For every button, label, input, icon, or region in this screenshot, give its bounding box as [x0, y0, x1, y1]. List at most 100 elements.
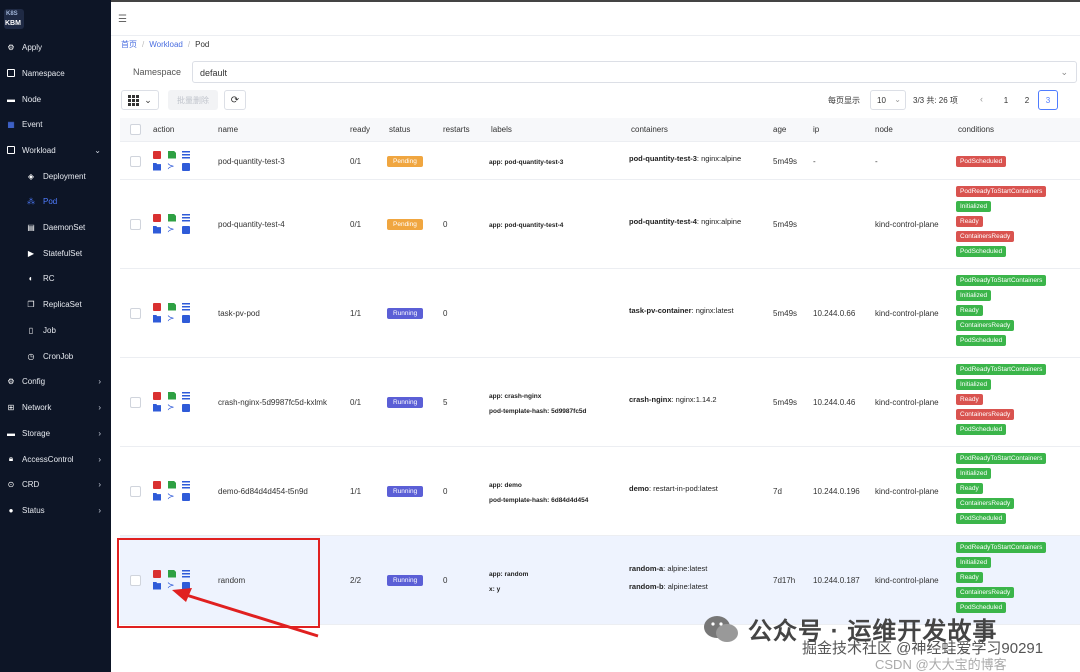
sidebar-item-workload[interactable]: Workload ⌄: [0, 139, 111, 161]
column-header-status[interactable]: status: [389, 125, 410, 134]
page-button-1[interactable]: 1: [996, 90, 1016, 110]
table-toolbar: ⌄ 批量删除 ⟳ 每页显示 10 ⌄ 3/3 共: 26 项 ‹ 1 2 3: [111, 88, 1080, 112]
yaml-file-icon[interactable]: [168, 150, 176, 159]
yaml-file-icon[interactable]: [168, 391, 176, 400]
column-header-containers[interactable]: containers: [631, 125, 668, 134]
pod-name[interactable]: crash-nginx-5d9987fc5d-kxlmk: [218, 398, 327, 407]
pod-name[interactable]: task-pv-pod: [218, 309, 260, 318]
row-checkbox[interactable]: [130, 155, 141, 167]
pod-name[interactable]: demo-6d84d4d454-t5n9d: [218, 487, 308, 496]
delete-icon[interactable]: [153, 391, 161, 400]
delete-icon[interactable]: [153, 302, 161, 311]
sidebar-item-config[interactable]: ⚙ Config ›: [0, 370, 111, 392]
row-checkbox[interactable]: [130, 218, 141, 230]
terminal-icon[interactable]: ≻: [167, 491, 178, 501]
events-calendar-icon[interactable]: [182, 492, 190, 501]
copy-icon: ❐: [27, 299, 35, 309]
select-all-checkbox[interactable]: [130, 124, 141, 135]
page-size-select[interactable]: 10 ⌄: [870, 90, 906, 110]
page-button-3[interactable]: 3: [1038, 90, 1058, 110]
sidebar-item-cronjob[interactable]: ◷ CronJob: [0, 345, 111, 367]
yaml-file-icon[interactable]: [168, 213, 176, 222]
sidebar-item-crd[interactable]: ⊙ CRD ›: [0, 473, 111, 495]
pod-label: app: random: [489, 570, 529, 578]
row-checkbox[interactable]: [130, 307, 141, 319]
pod-ready: 0/1: [350, 156, 362, 166]
column-header-name[interactable]: name: [218, 125, 238, 134]
table-row[interactable]: ≻ crash-nginx-5d9987fc5d-kxlmk 0/1 Running 5…: [120, 358, 1080, 447]
yaml-file-icon[interactable]: [168, 302, 176, 311]
delete-icon[interactable]: [153, 480, 161, 489]
pod-name[interactable]: pod-quantity-test-3: [218, 157, 285, 166]
terminal-icon[interactable]: ≻: [167, 313, 178, 323]
logs-list-icon[interactable]: [182, 391, 190, 400]
yaml-file-icon[interactable]: [168, 480, 176, 489]
sidebar-item-event[interactable]: ▦ Event: [0, 113, 111, 135]
logs-list-icon[interactable]: [182, 150, 190, 159]
row-checkbox[interactable]: [130, 396, 141, 408]
breadcrumb-home[interactable]: 首页: [121, 40, 137, 49]
sidebar-item-daemonset[interactable]: ▤ DaemonSet: [0, 216, 111, 238]
sidebar-item-job[interactable]: ▯ Job: [0, 319, 111, 341]
events-calendar-icon[interactable]: [182, 403, 190, 412]
app-logo[interactable]: K8S KBM: [4, 9, 24, 29]
column-header-labels[interactable]: labels: [491, 125, 512, 134]
files-folder-icon[interactable]: [153, 314, 161, 323]
table-row[interactable]: ≻ demo-6d84d4d454-t5n9d 1/1 Running 0 app: de…: [120, 447, 1080, 536]
column-header-restarts[interactable]: restarts: [443, 125, 470, 134]
pod-name[interactable]: pod-quantity-test-4: [218, 220, 285, 229]
pod-node: kind-control-plane: [875, 486, 939, 496]
table-row[interactable]: ≻ pod-quantity-test-4 0/1 Pending 0 app: pod-…: [120, 180, 1080, 269]
table-row[interactable]: ≻ task-pv-pod 1/1 Running 0 task-pv-container…: [120, 269, 1080, 358]
column-header-ip[interactable]: ip: [813, 125, 819, 134]
logs-list-icon[interactable]: [182, 302, 190, 311]
column-header-action[interactable]: action: [153, 125, 174, 134]
delete-icon[interactable]: [153, 213, 161, 222]
sidebar-item-statefulset[interactable]: ▶ StatefulSet: [0, 242, 111, 264]
column-settings-button[interactable]: ⌄: [121, 90, 159, 110]
delete-icon[interactable]: [153, 150, 161, 159]
events-calendar-icon[interactable]: [182, 162, 190, 171]
terminal-icon[interactable]: ≻: [167, 224, 178, 234]
terminal-icon[interactable]: ≻: [167, 161, 178, 171]
files-folder-icon[interactable]: [153, 162, 161, 171]
breadcrumb-workload[interactable]: Workload: [149, 40, 183, 49]
files-folder-icon[interactable]: [153, 403, 161, 412]
sidebar-item-label: AccessControl: [22, 454, 74, 464]
sidebar-item-namespace[interactable]: Namespace: [0, 62, 111, 84]
sidebar-item-label: CRD: [22, 479, 40, 489]
logs-list-icon[interactable]: [182, 213, 190, 222]
table-row[interactable]: ≻ pod-quantity-test-3 0/1 Pending app: pod-q…: [120, 143, 1080, 180]
column-header-conditions[interactable]: conditions: [958, 125, 994, 134]
terminal-icon[interactable]: ≻: [167, 402, 178, 412]
page-button-2[interactable]: 2: [1017, 90, 1037, 110]
document-icon: ▯: [28, 325, 34, 335]
files-folder-icon[interactable]: [153, 492, 161, 501]
sidebar-item-network[interactable]: ⊞ Network ›: [0, 396, 111, 418]
sidebar-item-apply[interactable]: ⚙ Apply: [0, 36, 111, 58]
files-folder-icon[interactable]: [153, 225, 161, 234]
sidebar-item-node[interactable]: ▬ Node: [0, 88, 111, 110]
sidebar-item-rc[interactable]: ◐ RC: [0, 267, 111, 289]
container-entry: pod-quantity-test-4: nginx:alpine: [629, 217, 741, 226]
sidebar-item-accesscontrol[interactable]: 🔒︎ AccessControl ›: [0, 448, 111, 470]
column-header-node[interactable]: node: [875, 125, 893, 134]
chevron-right-icon: ›: [98, 376, 101, 386]
column-header-age[interactable]: age: [773, 125, 786, 134]
refresh-button[interactable]: ⟳: [224, 90, 246, 110]
pod-age: 5m49s: [773, 397, 798, 407]
namespace-select[interactable]: default ⌄: [192, 61, 1077, 83]
bulk-delete-button[interactable]: 批量删除: [168, 90, 218, 110]
sidebar-item-pod[interactable]: ⁂ Pod: [0, 190, 111, 212]
logs-list-icon[interactable]: [182, 480, 190, 489]
sidebar-item-status[interactable]: ● Status ›: [0, 499, 111, 521]
sidebar-item-replicaset[interactable]: ❐ ReplicaSet: [0, 293, 111, 315]
events-calendar-icon[interactable]: [182, 225, 190, 234]
row-checkbox[interactable]: [130, 485, 141, 497]
sidebar-item-deployment[interactable]: ◈ Deployment: [0, 165, 111, 187]
prev-page-icon[interactable]: ‹: [980, 94, 983, 104]
sidebar-item-storage[interactable]: ▬ Storage ›: [0, 422, 111, 444]
events-calendar-icon[interactable]: [182, 314, 190, 323]
menu-toggle-icon[interactable]: ☰: [118, 14, 127, 25]
column-header-ready[interactable]: ready: [350, 125, 370, 134]
